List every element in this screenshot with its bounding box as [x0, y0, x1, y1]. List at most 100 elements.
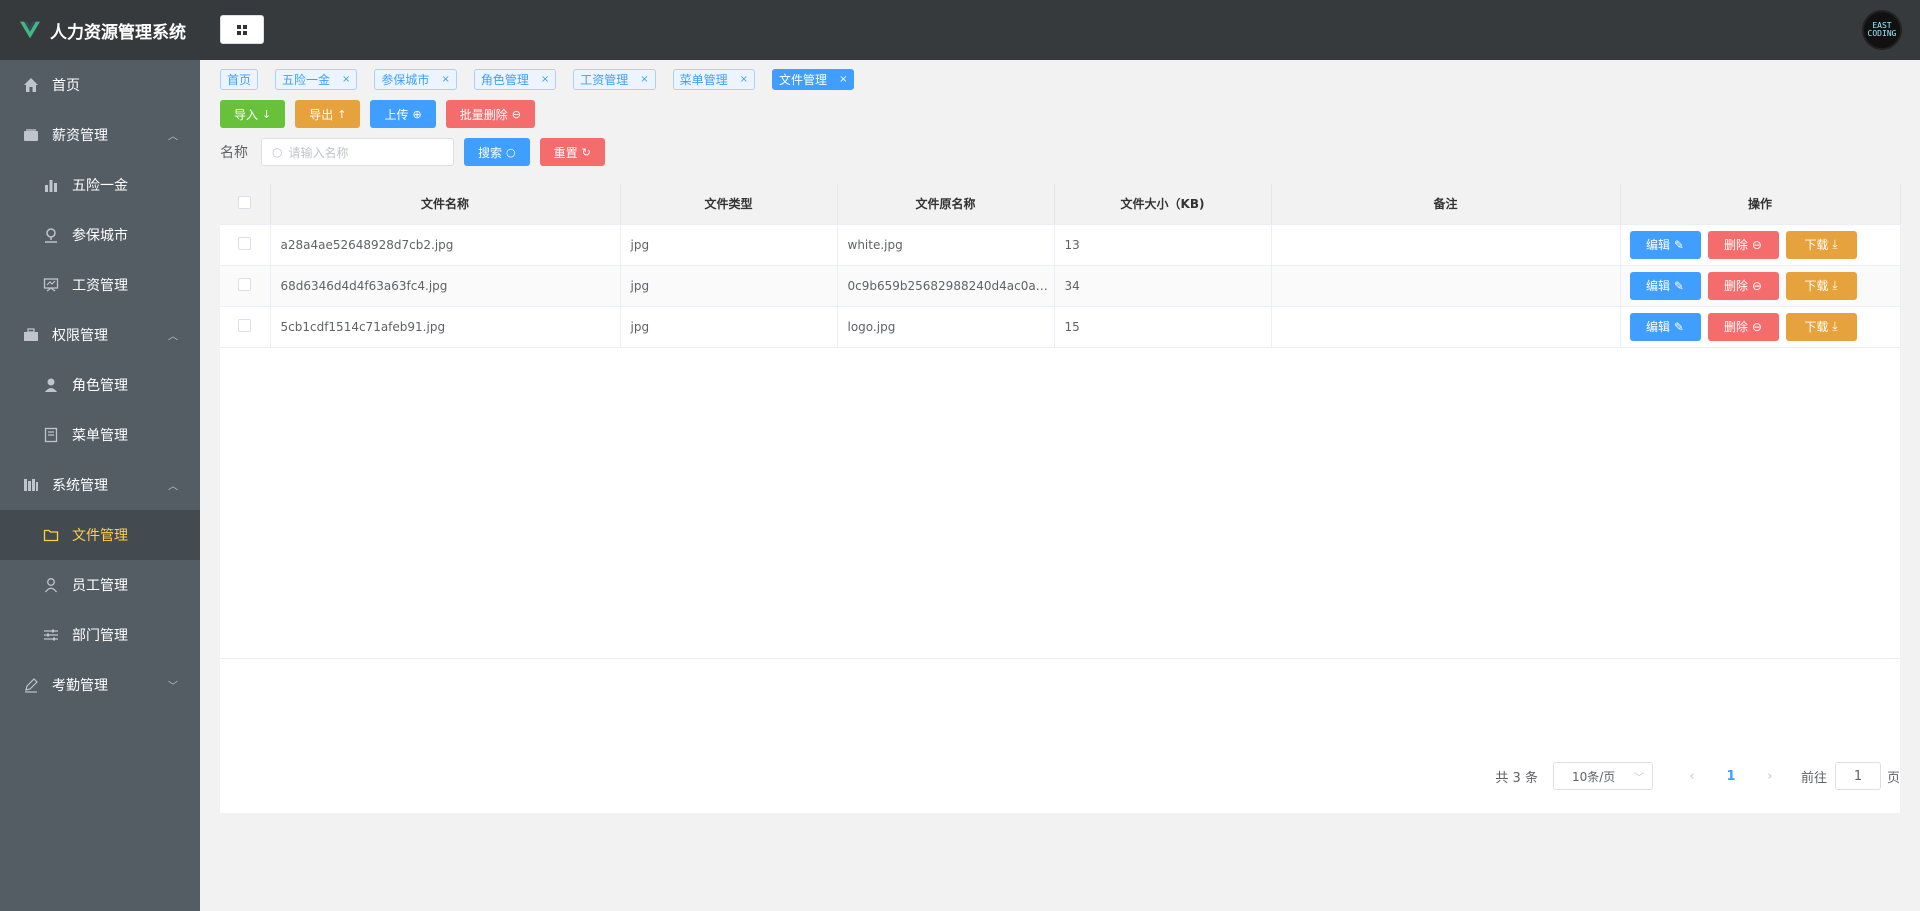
export-button[interactable]: 导出 ↑ [295, 100, 361, 128]
sidebar-item-label: 文件管理 [72, 528, 128, 544]
sidebar-item-department[interactable]: 部门管理 [0, 610, 200, 660]
circle-minus-icon: ⊖ [1748, 319, 1762, 334]
tag-label: 文件管理 [779, 73, 828, 87]
sidebar-item-employee[interactable]: 员工管理 [0, 560, 200, 610]
pagination: 共 3 条 10条/页 ﹀ ‹ 1 › 前往 1 页 [1495, 762, 1900, 790]
sidebar-item-file[interactable]: 文件管理 [0, 510, 200, 560]
delete-button[interactable]: 删除 ⊖ [1707, 230, 1779, 259]
edit-icon: ✎ [1670, 278, 1684, 293]
toolbar: 导入 ↓ 导出 ↑ 上传 ⊕ 批量删除 ⊖ [220, 100, 545, 128]
search-icon: ○ [506, 145, 516, 159]
cell-remark [1271, 265, 1621, 307]
row-checkbox[interactable] [220, 265, 271, 307]
document-icon [42, 427, 60, 443]
reset-button[interactable]: 重置 ↻ [539, 138, 605, 166]
vue-logo-icon [20, 21, 40, 39]
sidebar-item-label: 员工管理 [72, 578, 128, 594]
table-divider [220, 658, 1900, 659]
tag-insured-city[interactable]: 参保城市 × [374, 69, 457, 90]
cell-original-name: logo.jpg [837, 306, 1055, 348]
app-title: 人力资源管理系统 [50, 22, 186, 43]
batch-delete-button[interactable]: 批量删除 ⊖ [445, 100, 535, 128]
home-icon [22, 77, 40, 93]
tag-menu[interactable]: 菜单管理 × [672, 69, 756, 90]
close-icon[interactable]: × [441, 74, 449, 85]
button-label: 上传 [384, 107, 409, 122]
download-icon: ⤓ [1828, 319, 1838, 333]
edit-button[interactable]: 编辑 ✎ [1629, 271, 1701, 300]
close-icon[interactable]: × [541, 74, 549, 85]
table-row: a28a4ae52648928d7cb2.jpg jpg white.jpg 1… [220, 224, 1901, 266]
cell-file-size: 34 [1054, 265, 1272, 307]
tag-role[interactable]: 角色管理 × [473, 69, 557, 90]
sidebar-item-label: 菜单管理 [72, 428, 128, 444]
import-button[interactable]: 导入 ↓ [220, 100, 286, 128]
close-icon[interactable]: × [640, 74, 648, 85]
button-label: 编辑 [1646, 320, 1671, 334]
button-label: 重置 [553, 145, 578, 160]
sidebar-item-permission[interactable]: 权限管理 ︿ [0, 310, 200, 360]
folder-icon [42, 527, 60, 543]
wallet-icon [22, 127, 40, 143]
sidebar-item-home[interactable]: 首页 [0, 60, 200, 110]
tag-social-insurance[interactable]: 五险一金 × [275, 69, 358, 90]
sidebar-item-salary[interactable]: 薪资管理 ︿ [0, 110, 200, 160]
row-checkbox[interactable] [220, 224, 271, 266]
main-content: 首页 五险一金 × 参保城市 × 角色管理 × 工资管理 × 菜单管理 × 文件管理 × 导… [200, 60, 1920, 911]
cell-remark [1271, 224, 1621, 266]
sidebar-item-label: 参保城市 [72, 228, 128, 244]
sidebar-item-label: 权限管理 [52, 328, 108, 344]
sidebar-item-label: 系统管理 [52, 478, 108, 494]
sidebar-item-system[interactable]: 系统管理 ︿ [0, 460, 200, 510]
close-icon[interactable]: × [342, 74, 350, 85]
edit-button[interactable]: 编辑 ✎ [1629, 230, 1701, 259]
search-input[interactable]: ○ 请输入名称 [261, 138, 454, 166]
user-icon [42, 377, 60, 393]
circle-minus-icon: ⊖ [511, 107, 521, 121]
page-size-select[interactable]: 10条/页 ﹀ [1552, 762, 1653, 790]
search-button[interactable]: 搜索 ○ [464, 138, 530, 166]
sidebar-item-social-insurance[interactable]: 五险一金 [0, 160, 200, 210]
top-header: EAST CODING [200, 0, 1920, 60]
tag-label: 工资管理 [580, 73, 629, 87]
cell-file-type: jpg [620, 265, 838, 307]
bar-chart-icon [42, 177, 60, 193]
cell-file-name: 5cb1cdf1514c71afeb91.jpg [270, 306, 621, 348]
next-page-button[interactable]: › [1751, 769, 1789, 784]
row-checkbox[interactable] [220, 306, 271, 348]
sidebar-item-menu[interactable]: 菜单管理 [0, 410, 200, 460]
select-all-checkbox[interactable] [220, 184, 271, 225]
sidebar-item-role[interactable]: 角色管理 [0, 360, 200, 410]
sidebar-item-label: 工资管理 [72, 278, 128, 294]
tag-file[interactable]: 文件管理 × [772, 69, 855, 90]
close-icon[interactable]: × [740, 74, 748, 85]
tag-home[interactable]: 首页 [220, 69, 259, 90]
tag-wage[interactable]: 工资管理 × [573, 69, 656, 90]
download-button[interactable]: 下载 ⤓ [1785, 271, 1857, 300]
collapse-sidebar-button[interactable] [220, 15, 264, 44]
prev-page-button[interactable]: ‹ [1673, 769, 1711, 784]
goto-page-input[interactable]: 1 [1834, 762, 1881, 790]
column-header: 文件类型 [620, 184, 838, 225]
sidebar-item-attendance[interactable]: 考勤管理 ﹀ [0, 660, 200, 710]
download-button[interactable]: 下载 ⤓ [1785, 312, 1857, 341]
button-label: 删除 [1724, 279, 1749, 293]
close-icon[interactable]: × [839, 74, 847, 85]
upload-button[interactable]: 上传 ⊕ [370, 100, 436, 128]
table-row: 68d6346d4d4f63a63fc4.jpg jpg 0c9b659b256… [220, 265, 1901, 307]
delete-button[interactable]: 删除 ⊖ [1707, 271, 1779, 300]
button-label: 搜索 [478, 145, 503, 160]
edit-button[interactable]: 编辑 ✎ [1629, 312, 1701, 341]
sidebar-item-wage[interactable]: 工资管理 [0, 260, 200, 310]
user-avatar[interactable]: EAST CODING [1862, 10, 1902, 50]
delete-button[interactable]: 删除 ⊖ [1707, 312, 1779, 341]
download-button[interactable]: 下载 ⤓ [1785, 230, 1857, 259]
page-size-value: 10条/页 [1571, 769, 1616, 784]
chevron-down-icon: ﹀ [1633, 772, 1644, 784]
sidebar-item-insured-city[interactable]: 参保城市 [0, 210, 200, 260]
sidebar-item-label: 首页 [52, 78, 80, 94]
button-label: 批量删除 [459, 107, 508, 122]
page-number[interactable]: 1 [1711, 769, 1751, 784]
tag-label: 角色管理 [480, 73, 529, 87]
tag-label: 菜单管理 [679, 73, 728, 87]
